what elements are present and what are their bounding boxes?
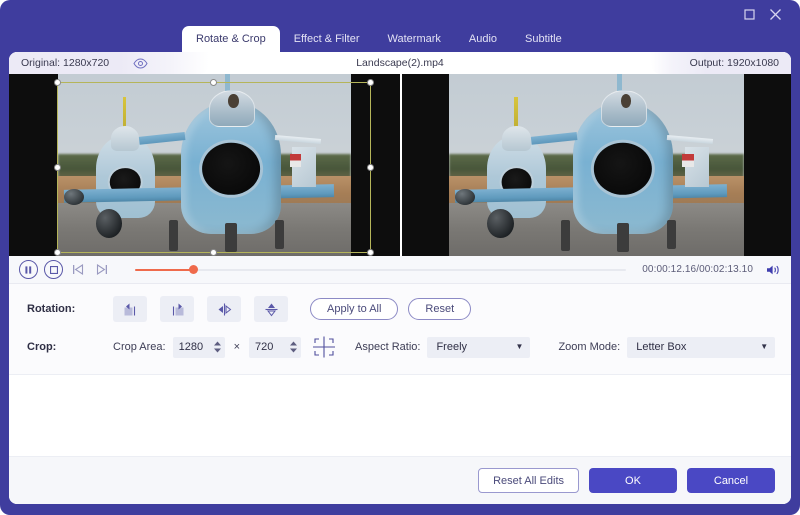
landing-gear-center-out xyxy=(617,223,629,252)
tab-effect-filter[interactable]: Effect & Filter xyxy=(280,26,374,52)
footer-bar: Reset All Edits OK Cancel xyxy=(9,456,791,504)
tab-audio[interactable]: Audio xyxy=(455,26,511,52)
crop-width-arrows[interactable] xyxy=(213,341,222,353)
rotation-row: Rotation: xyxy=(9,294,791,324)
landing-gear-left-out xyxy=(561,220,570,251)
progress-slider[interactable] xyxy=(135,261,626,279)
cancel-button[interactable]: Cancel xyxy=(687,468,775,493)
tab-subtitle-label: Subtitle xyxy=(525,33,562,45)
timecode-display: 00:00:12.16/00:02:13.10 xyxy=(642,264,753,275)
tail-fin-out xyxy=(685,147,709,187)
crop-handle-top-right[interactable] xyxy=(367,79,374,86)
original-resolution-label: Original: 1280x720 xyxy=(21,57,109,69)
crop-center-icon[interactable] xyxy=(311,335,337,359)
aspect-ratio-label: Aspect Ratio: xyxy=(355,341,420,353)
crop-area-label: Crop Area: xyxy=(113,341,166,353)
crop-width-stepper[interactable]: 1280 xyxy=(173,337,225,358)
zoom-mode-label: Zoom Mode: xyxy=(558,341,620,353)
crop-row: Crop: Crop Area: 1280 × 720 xyxy=(9,332,791,362)
stop-button[interactable] xyxy=(44,260,63,279)
flip-horizontal-icon[interactable] xyxy=(207,296,241,322)
wing-tank-outer-out xyxy=(455,189,476,205)
original-resolution-group: Original: 1280x720 xyxy=(9,52,209,74)
tab-audio-label: Audio xyxy=(469,33,497,45)
output-resolution-label: Output: 1920x1080 xyxy=(651,52,791,74)
rotation-label: Rotation: xyxy=(27,303,113,315)
empty-space xyxy=(9,375,791,453)
tab-effect-filter-label: Effect & Filter xyxy=(294,33,360,45)
crop-label: Crop: xyxy=(27,341,113,353)
wing-tank-out xyxy=(487,209,514,238)
chevron-down-icon: ▼ xyxy=(516,343,524,351)
maximize-button[interactable] xyxy=(736,3,762,25)
tab-subtitle[interactable]: Subtitle xyxy=(511,26,576,52)
next-frame-icon[interactable] xyxy=(93,261,111,279)
crop-handle-bottom-left[interactable] xyxy=(54,249,61,256)
crop-handle-top-left[interactable] xyxy=(54,79,61,86)
crop-handle-middle-left[interactable] xyxy=(54,164,61,171)
tab-bar: Rotate & Crop Effect & Filter Watermark … xyxy=(0,26,800,52)
tab-watermark[interactable]: Watermark xyxy=(374,26,455,52)
player-controls: 00:00:12.16/00:02:13.10 xyxy=(9,256,791,284)
aspect-ratio-value: Freely xyxy=(436,341,467,353)
source-preview[interactable] xyxy=(9,74,400,256)
crop-handle-top-center[interactable] xyxy=(210,79,217,86)
editor-panel: Landscape(2).mp4 Original: 1280x720 Outp… xyxy=(9,52,791,504)
secondary-jet-out xyxy=(487,136,546,218)
crop-selection-rectangle[interactable] xyxy=(57,82,371,253)
main-jet-out xyxy=(573,103,674,234)
crop-handle-bottom-center[interactable] xyxy=(210,249,217,256)
edit-controls: Rotation: xyxy=(9,284,791,375)
crop-handle-bottom-right[interactable] xyxy=(367,249,374,256)
landing-gear-right-out xyxy=(667,220,676,249)
tail-marking-out xyxy=(682,154,694,167)
title-bar xyxy=(0,0,800,28)
zoom-mode-select[interactable]: Letter Box ▼ xyxy=(627,337,775,358)
reset-rotation-button[interactable]: Reset xyxy=(408,298,471,320)
output-video-frame xyxy=(449,74,745,256)
video-editor-window: Rotate & Crop Effect & Filter Watermark … xyxy=(0,0,800,515)
main-intake-out xyxy=(594,142,652,194)
rotate-counterclockwise-icon[interactable] xyxy=(113,296,147,322)
secondary-canopy-out xyxy=(502,126,530,151)
reset-all-edits-button[interactable]: Reset All Edits xyxy=(478,468,579,493)
output-preview[interactable] xyxy=(400,74,791,256)
apply-to-all-button[interactable]: Apply to All xyxy=(310,298,398,320)
crop-height-arrows[interactable] xyxy=(289,341,298,353)
aspect-ratio-select[interactable]: Freely ▼ xyxy=(427,337,530,358)
flip-vertical-icon[interactable] xyxy=(254,296,288,322)
main-canopy-out xyxy=(601,90,647,127)
preview-area xyxy=(9,74,791,256)
crop-dimension-separator: × xyxy=(234,341,240,353)
info-bar: Landscape(2).mp4 Original: 1280x720 Outp… xyxy=(9,52,791,74)
chevron-down-icon-zoom: ▼ xyxy=(760,343,768,351)
eye-icon[interactable] xyxy=(133,58,148,69)
ok-button[interactable]: OK xyxy=(589,468,677,493)
volume-icon[interactable] xyxy=(766,264,781,276)
crop-height-value: 720 xyxy=(255,341,273,353)
zoom-mode-value: Letter Box xyxy=(636,341,686,353)
progress-track xyxy=(135,269,626,271)
tab-watermark-label: Watermark xyxy=(388,33,441,45)
previous-frame-icon[interactable] xyxy=(69,261,87,279)
pause-button[interactable] xyxy=(19,260,38,279)
tab-rotate-crop-label: Rotate & Crop xyxy=(196,33,266,45)
crop-height-stepper[interactable]: 720 xyxy=(249,337,301,358)
pilot-out xyxy=(621,94,632,108)
close-button[interactable] xyxy=(762,3,788,25)
progress-handle[interactable] xyxy=(189,265,198,274)
tab-rotate-crop[interactable]: Rotate & Crop xyxy=(182,26,280,52)
crop-handle-middle-right[interactable] xyxy=(367,164,374,171)
progress-fill xyxy=(135,269,194,271)
crop-width-value: 1280 xyxy=(179,341,203,353)
rotate-clockwise-icon[interactable] xyxy=(160,296,194,322)
